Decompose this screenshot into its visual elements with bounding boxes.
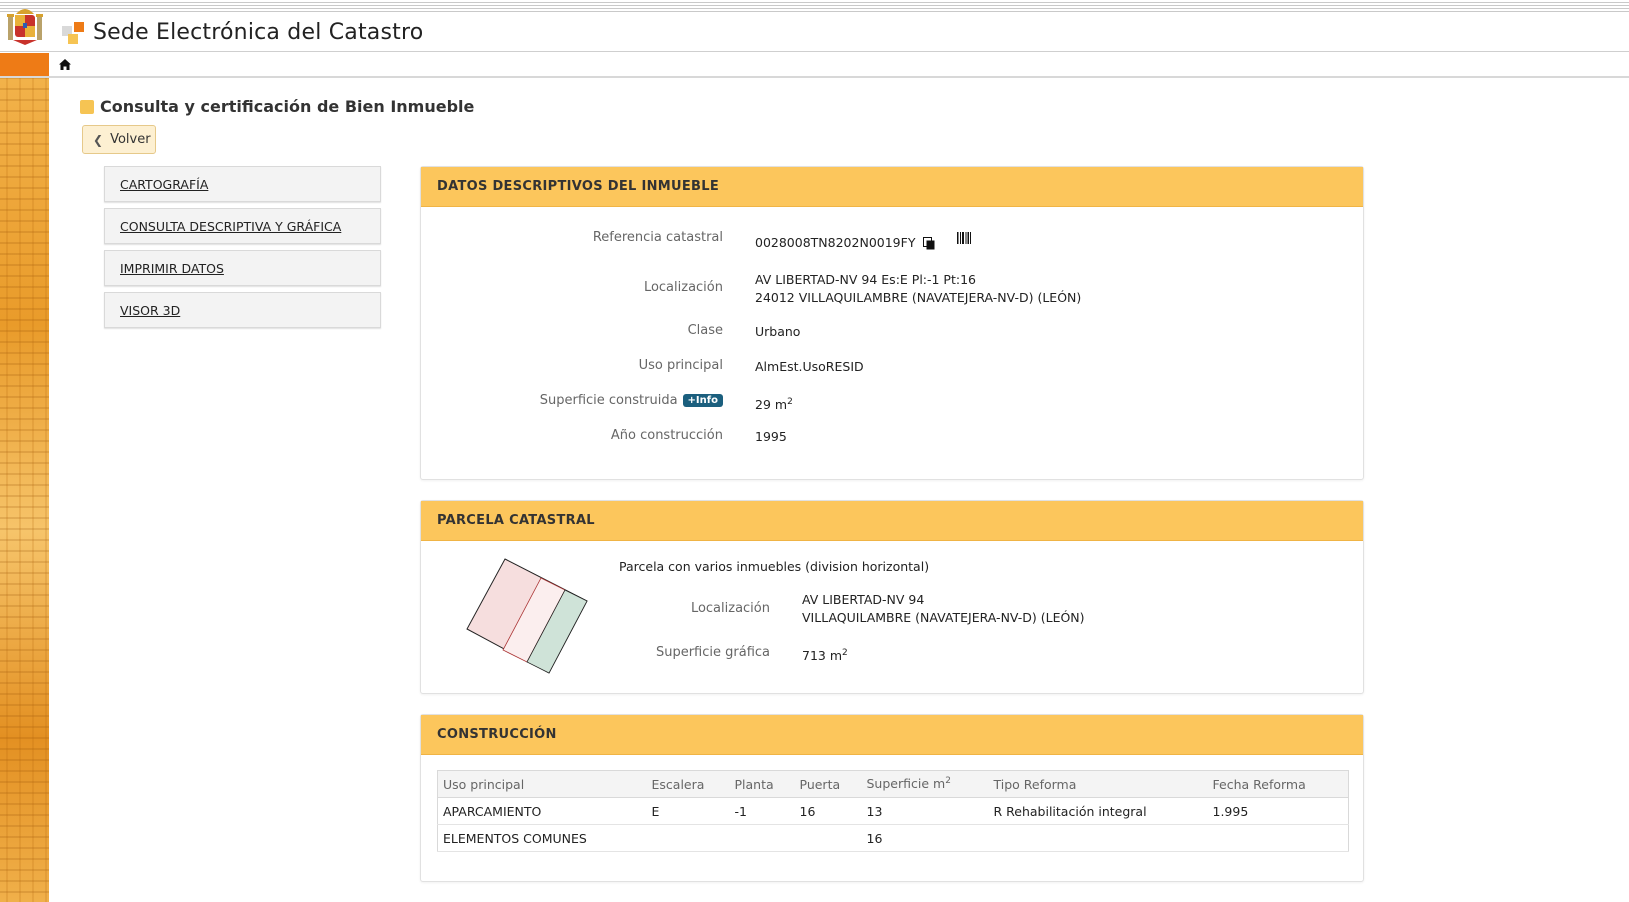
header-stripes xyxy=(0,0,1629,12)
chevron-left-icon: ❮ xyxy=(93,132,104,147)
superficie-construida-value-row: 29 m2 xyxy=(755,393,793,414)
uso-principal-label: Uso principal xyxy=(638,358,723,373)
menu-item-cartografia[interactable]: CARTOGRAFÍA xyxy=(104,166,381,202)
parcela-localizacion-value: AV LIBERTAD-NV 94 VILLAQUILAMBRE (NAVATE… xyxy=(802,591,1085,627)
table-cell: E xyxy=(646,797,730,825)
catastro-logo-icon xyxy=(62,22,84,44)
table-row: APARCAMIENTO E -1 16 13 R Rehabilitación… xyxy=(437,797,1349,825)
table-cell: -1 xyxy=(729,797,795,825)
back-button-label: Volver xyxy=(110,132,151,147)
copy-icon[interactable] xyxy=(923,237,935,250)
table-cell: 16 xyxy=(861,824,989,852)
referencia-value: 0028008TN8202N0019FY xyxy=(755,235,916,250)
barcode-icon[interactable] xyxy=(957,232,972,244)
column-header: Puerta xyxy=(794,770,862,798)
side-menu: CARTOGRAFÍA CONSULTA DESCRIPTIVA Y GRÁFI… xyxy=(104,166,381,334)
column-header: Planta xyxy=(729,770,795,798)
menu-item-label[interactable]: IMPRIMIR DATOS xyxy=(120,261,224,276)
nav-bar xyxy=(0,53,1629,78)
home-icon[interactable] xyxy=(58,58,72,71)
parcela-catastral-panel: PARCELA CATASTRAL Parcela con varios inm… xyxy=(420,500,1364,694)
parcela-localizacion-label: Localización xyxy=(690,601,770,616)
datos-descriptivos-panel: DATOS DESCRIPTIVOS DEL INMUEBLE Referenc… xyxy=(420,166,1364,480)
table-cell: 16 xyxy=(794,797,862,825)
localizacion-line1: AV LIBERTAD-NV 94 Es:E Pl:-1 Pt:16 xyxy=(755,272,976,287)
info-badge-button[interactable]: +Info xyxy=(682,394,723,407)
parcela-localizacion-line1: AV LIBERTAD-NV 94 xyxy=(802,592,925,607)
column-header-superficie: Superficie m2 xyxy=(861,770,989,798)
localizacion-value: AV LIBERTAD-NV 94 Es:E Pl:-1 Pt:16 24012… xyxy=(755,271,1081,307)
table-cell: ELEMENTOS COMUNES xyxy=(437,824,647,852)
parcela-descripcion: Parcela con varios inmuebles (division h… xyxy=(619,559,930,574)
table-cell xyxy=(988,824,1208,852)
menu-item-consulta[interactable]: CONSULTA DESCRIPTIVA Y GRÁFICA xyxy=(104,208,381,244)
superficie-grafica-value: 713 m xyxy=(802,648,843,664)
coat-of-arms-icon xyxy=(7,9,43,45)
table-header-row: Uso principal Escalera Planta Puerta Sup… xyxy=(437,770,1349,798)
parcel-map-thumbnail[interactable] xyxy=(465,556,591,678)
column-header-text: Superficie m xyxy=(866,776,946,792)
menu-item-label[interactable]: CARTOGRAFÍA xyxy=(120,177,208,192)
page-title: Consulta y certificación de Bien Inmuebl… xyxy=(100,97,475,116)
site-title: Sede Electrónica del Catastro xyxy=(93,20,424,45)
superficie-grafica-label: Superficie gráfica xyxy=(655,645,770,660)
table-cell: APARCAMIENTO xyxy=(437,797,647,825)
superficie-construida-label-row: Superficie construida +Info xyxy=(540,393,723,408)
superficie-grafica-unit-sup: 2 xyxy=(842,648,848,658)
referencia-label: Referencia catastral xyxy=(592,230,723,245)
superficie-construida-value: 29 m xyxy=(755,397,788,413)
column-header: Tipo Reforma xyxy=(988,770,1208,798)
table-cell: R Rehabilitación integral xyxy=(988,797,1208,825)
table-cell xyxy=(794,824,862,852)
superficie-construida-label: Superficie construida xyxy=(539,393,678,408)
panel-title: PARCELA CATASTRAL xyxy=(421,501,1363,541)
superficie-unit-sup: 2 xyxy=(787,397,793,407)
menu-item-label[interactable]: VISOR 3D xyxy=(120,303,180,318)
column-header: Escalera xyxy=(646,770,730,798)
referencia-value-row: 0028008TN8202N0019FY xyxy=(755,232,972,252)
menu-item-visor-3d[interactable]: VISOR 3D xyxy=(104,292,381,328)
column-header-sup: 2 xyxy=(945,776,951,787)
uso-principal-value: AlmEst.UsoRESID xyxy=(755,359,864,374)
table-cell xyxy=(729,824,795,852)
construccion-table: Uso principal Escalera Planta Puerta Sup… xyxy=(437,770,1349,852)
section-square-icon xyxy=(80,100,94,114)
table-cell xyxy=(1207,824,1349,852)
back-button[interactable]: ❮ Volver xyxy=(82,125,156,154)
construccion-panel: CONSTRUCCIÓN Uso principal Escalera Plan… xyxy=(420,714,1364,882)
superficie-grafica-value-row: 713 m2 xyxy=(802,644,848,665)
menu-item-imprimir[interactable]: IMPRIMIR DATOS xyxy=(104,250,381,286)
anio-construccion-label: Año construcción xyxy=(610,428,723,443)
table-cell: 1.995 xyxy=(1207,797,1349,825)
decorative-city-strip xyxy=(0,78,49,902)
column-header: Uso principal xyxy=(437,770,647,798)
anio-construccion-value: 1995 xyxy=(755,429,787,444)
table-cell xyxy=(646,824,730,852)
site-header: Sede Electrónica del Catastro xyxy=(0,9,1629,52)
clase-label: Clase xyxy=(687,323,723,338)
column-header: Fecha Reforma xyxy=(1207,770,1349,798)
parcela-localizacion-line2: VILLAQUILAMBRE (NAVATEJERA-NV-D) (LEÓN) xyxy=(802,610,1085,625)
nav-accent xyxy=(0,53,49,76)
table-row: ELEMENTOS COMUNES 16 xyxy=(437,824,1349,852)
table-cell: 13 xyxy=(861,797,989,825)
menu-item-label[interactable]: CONSULTA DESCRIPTIVA Y GRÁFICA xyxy=(120,219,341,234)
panel-title: CONSTRUCCIÓN xyxy=(421,715,1363,755)
clase-value: Urbano xyxy=(755,324,801,339)
localizacion-line2: 24012 VILLAQUILAMBRE (NAVATEJERA-NV-D) (… xyxy=(755,290,1082,305)
panel-title: DATOS DESCRIPTIVOS DEL INMUEBLE xyxy=(421,167,1363,207)
localizacion-label: Localización xyxy=(643,280,723,295)
